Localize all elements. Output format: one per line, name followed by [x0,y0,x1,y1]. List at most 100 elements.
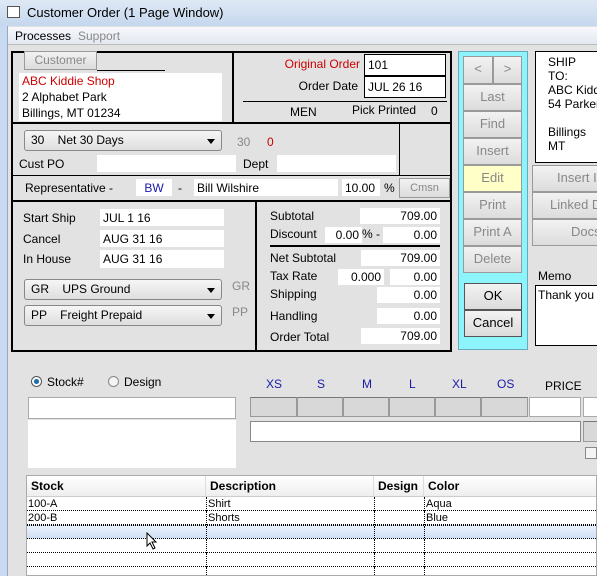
divider [255,201,257,351]
last-button[interactable]: Last [463,84,522,111]
cmsn-button[interactable]: Cmsn [399,178,450,198]
menu-support[interactable]: Support [78,29,120,43]
stock-input[interactable] [28,397,236,419]
size-label-xl: XL [452,377,467,391]
radio-stock[interactable] [31,376,42,387]
table-row[interactable] [27,539,596,553]
discount-field[interactable]: 0.00 [383,227,440,243]
pct-sign: % [384,181,395,195]
ship-to-label: SHIP TO: [548,55,576,83]
net-subtotal-label: Net Subtotal [270,251,337,265]
cancel-date-field[interactable]: AUG 31 16 [100,230,224,247]
handling-label: Handling [270,309,318,323]
division-label: MEN [290,105,317,119]
terms-selected: 30 Net 30 Days [31,133,124,147]
cell [374,567,424,575]
cancel-button[interactable]: Cancel [464,310,522,337]
price-field[interactable] [529,397,581,417]
qty-m-field[interactable] [343,397,389,417]
order-date-field[interactable]: JUL 26 16 [364,76,446,98]
linked-docs-button[interactable]: Linked D [532,192,597,219]
tax-rate-label: Tax Rate [270,269,318,283]
divider [97,70,165,71]
table-row-selected[interactable] [27,525,596,540]
dept-field[interactable] [277,155,396,172]
print-a-button[interactable]: Print A [463,219,522,246]
find-button[interactable]: Find [463,111,522,138]
checkbox[interactable] [585,447,597,459]
table-row[interactable]: 200-B Shorts Blue [27,511,596,525]
customer-address1-field[interactable]: 2 Alphabet Park [19,89,222,105]
rep-name-field[interactable]: Bill Wilshire [194,179,338,196]
line-note-field[interactable] [250,421,581,442]
column-header-design[interactable]: Design [374,476,424,497]
docs-button[interactable]: Docs [532,219,597,246]
cell [374,526,424,540]
cell-description: Shorts [206,511,374,525]
customer-button[interactable]: Customer [24,51,97,70]
divider [243,101,447,102]
cell [374,553,424,567]
cell-stock: 100-A [28,498,58,510]
column-header-color[interactable]: Color [424,476,596,497]
radio-design[interactable] [108,376,119,387]
qty-xl-field[interactable] [435,397,481,417]
pick-printed-value: 0 [431,104,438,118]
in-house-field[interactable]: AUG 31 16 [100,250,224,268]
ship-to-box: SHIP TO: ABC Kiddie 54 Parker Billings M… [535,51,597,163]
commission-pct-field[interactable]: 10.00 [342,179,380,196]
start-ship-field[interactable]: JUL 1 16 [100,209,224,226]
ship-to-line4: MT [548,139,566,153]
memo-field[interactable]: Thank you fo [535,285,597,346]
price-label: PRICE [545,379,582,393]
ship-via-select[interactable]: GR UPS Ground [24,279,222,300]
column-header-description[interactable]: Description [206,476,374,497]
edit-button[interactable]: Edit [463,165,522,192]
print-button[interactable]: Print [463,192,522,219]
cell-description: Shirt [206,497,374,511]
size-label-os: OS [497,377,515,391]
handling-field[interactable]: 0.00 [377,308,440,324]
cust-po-field[interactable] [97,155,236,172]
delete-button[interactable]: Delete [463,246,522,273]
customer-address2-field[interactable]: Billings, MT 01234 [19,105,222,121]
rep-code-field[interactable]: BW [136,179,172,196]
cell [424,553,596,567]
chevron-down-icon [207,288,215,293]
original-order-field[interactable]: 101 [364,54,446,76]
next-record-button[interactable]: > [493,56,522,84]
qty-os-field[interactable] [481,397,528,417]
cell-stock: 200-B [28,512,58,524]
subtotal-label: Subtotal [270,209,315,223]
table-row[interactable]: 100-A Shirt Aqua [27,497,596,511]
prev-record-button[interactable]: < [463,56,493,84]
tax-rate-field[interactable]: 0.000 [338,269,384,285]
insert-in-button[interactable]: Insert In [532,165,597,192]
window-icon [7,6,20,18]
discount-pct-field[interactable]: 0.00 [325,227,362,243]
table-row[interactable] [27,567,596,575]
ok-button[interactable]: OK [464,283,522,310]
qty-xs-field[interactable] [250,397,297,417]
terms-value: 0 [267,135,274,149]
extra-field[interactable] [583,397,597,417]
in-house-label: In House [23,252,72,266]
freight-select[interactable]: PP Freight Prepaid [24,305,222,326]
terms-select[interactable]: 30 Net 30 Days [24,130,222,151]
shipping-field[interactable]: 0.00 [377,287,440,303]
cell [424,539,596,553]
memo-label: Memo [538,269,572,283]
insert-button[interactable]: Insert [463,138,522,165]
stock-description-box [28,420,236,468]
table-row[interactable] [27,553,596,567]
cell-color: Aqua [424,497,596,511]
customer-name-field[interactable]: ABC Kiddie Shop [19,73,222,89]
column-header-stock[interactable]: Stock [27,476,206,497]
extra-field-2[interactable] [583,421,597,442]
qty-l-field[interactable] [389,397,435,417]
discount-label: Discount [270,227,317,241]
qty-s-field[interactable] [297,397,343,417]
cancel-date-label: Cancel [23,232,61,246]
menu-processes[interactable]: Processes [15,29,71,43]
cell-design [374,511,424,525]
